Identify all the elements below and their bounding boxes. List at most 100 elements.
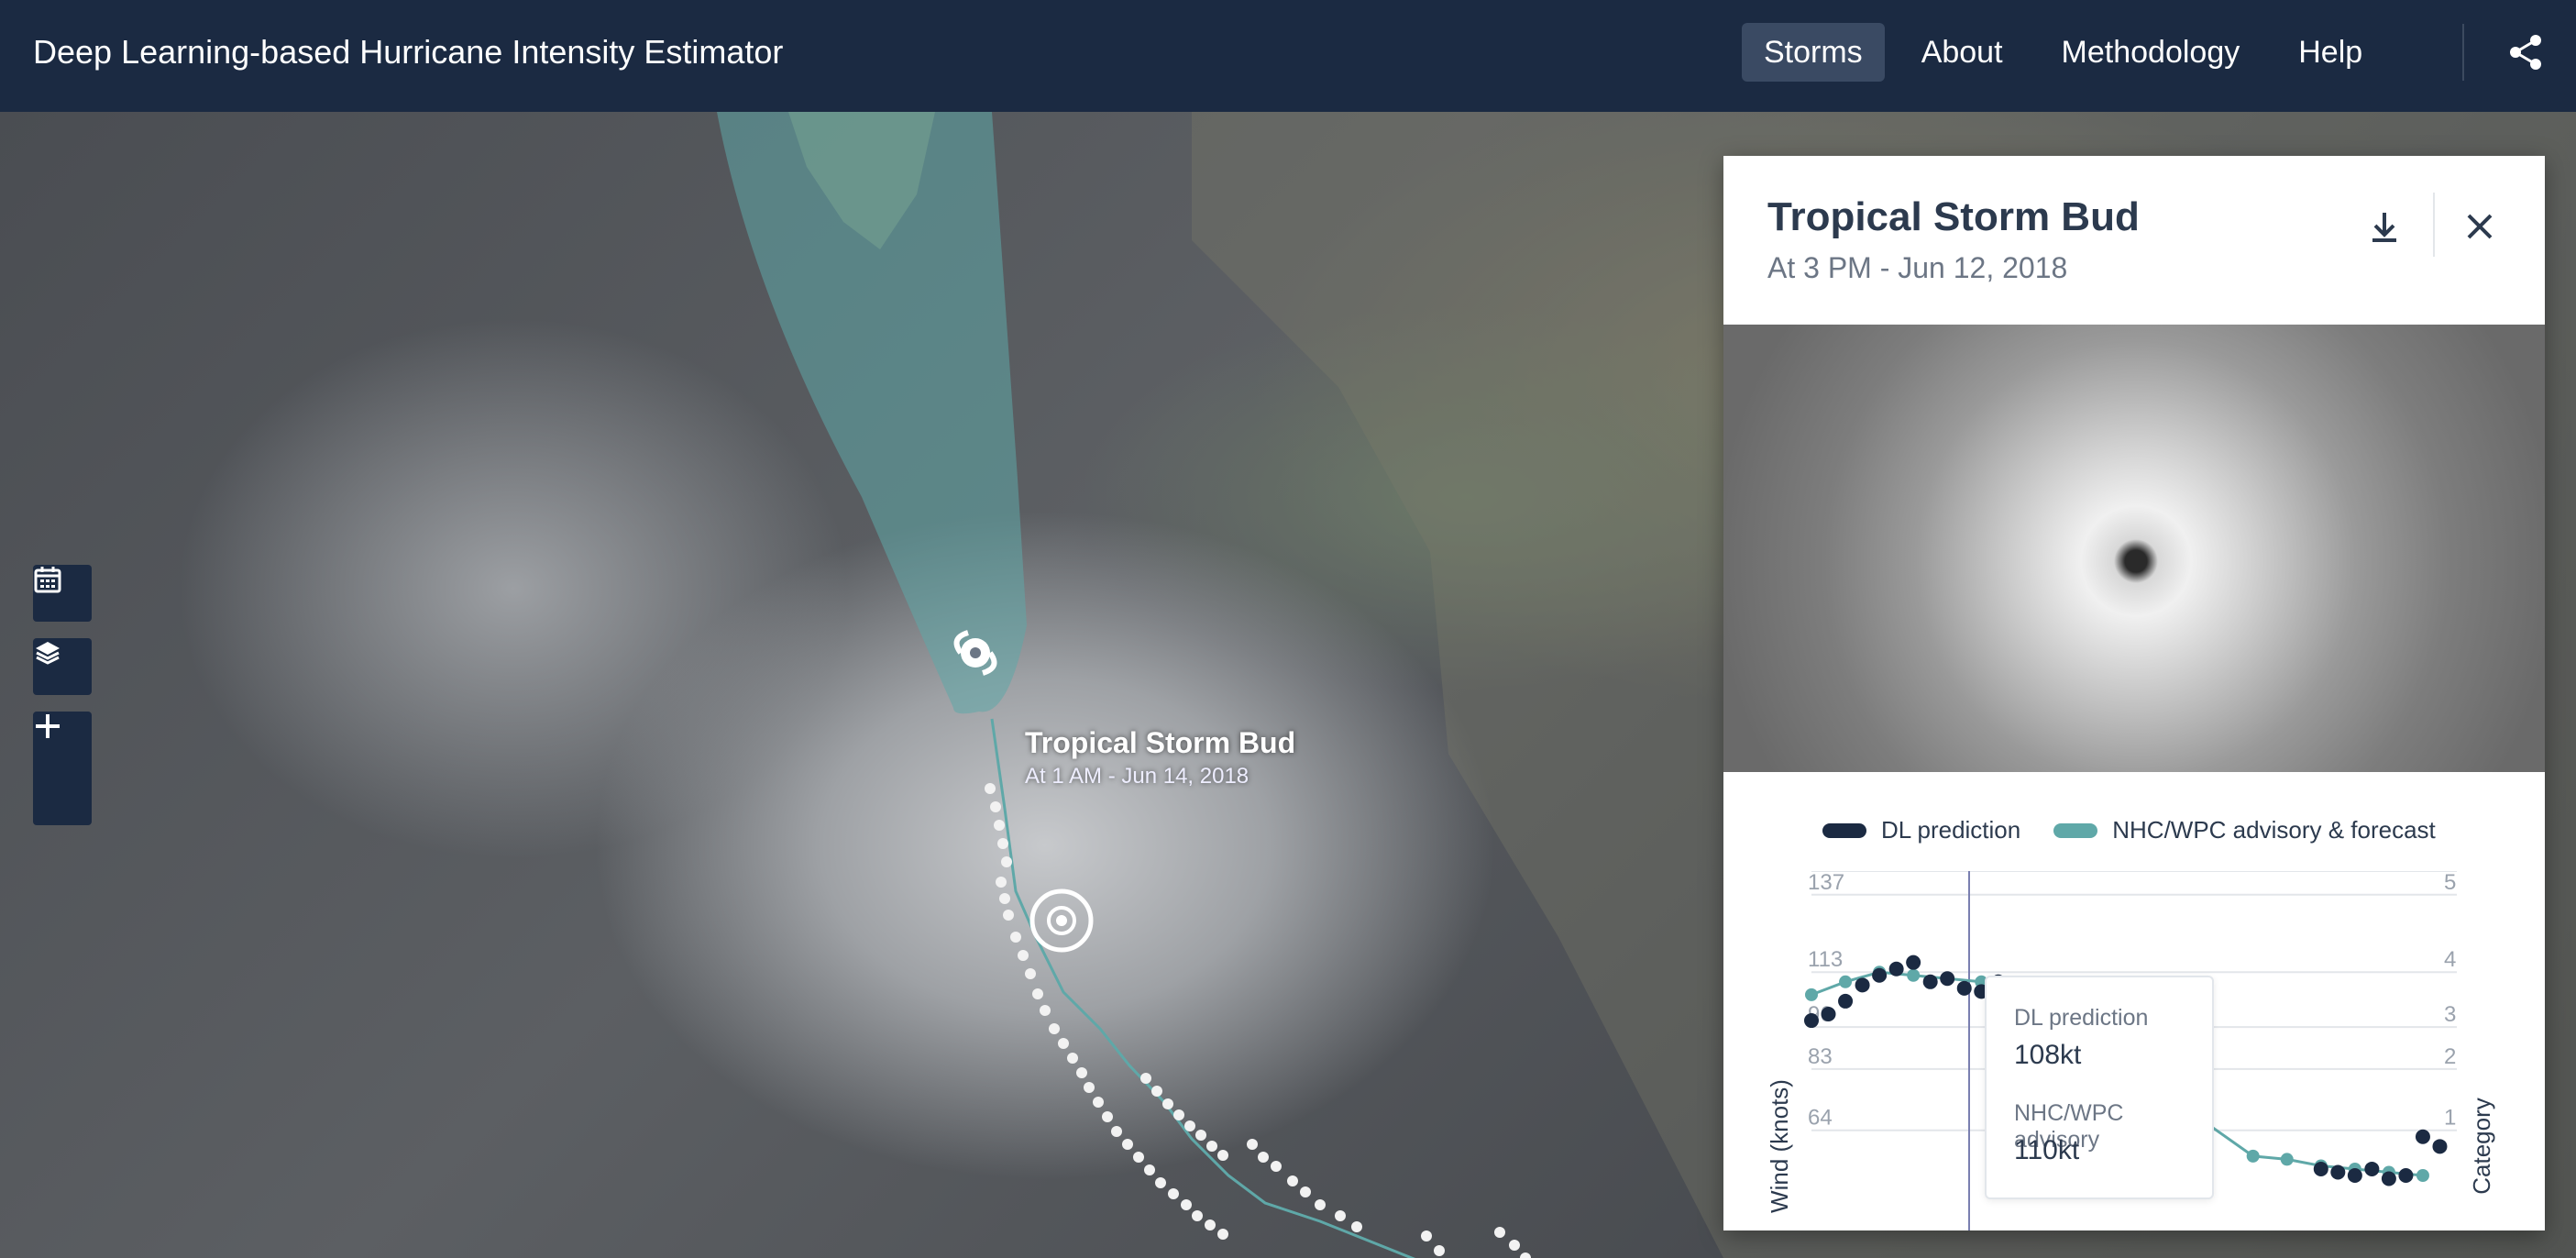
track-point[interactable] (985, 783, 996, 794)
dl-data-point[interactable] (1855, 977, 1870, 993)
track-point[interactable] (999, 893, 1010, 904)
nhc-data-point[interactable] (1907, 968, 1921, 982)
nhc-data-point[interactable] (2416, 1169, 2429, 1182)
track-point[interactable] (1287, 1175, 1298, 1186)
track-point[interactable] (1093, 1097, 1104, 1108)
dl-data-point[interactable] (2330, 1164, 2346, 1180)
track-point[interactable] (1351, 1221, 1362, 1232)
tooltip-dl-label: DL prediction (2014, 1005, 2149, 1031)
dl-data-point[interactable] (1872, 967, 1888, 983)
dl-data-point[interactable] (1922, 974, 1938, 989)
track-point[interactable] (1076, 1067, 1087, 1078)
track-point[interactable] (1084, 1082, 1095, 1093)
nhc-data-point[interactable] (2246, 1149, 2260, 1163)
dl-data-point[interactable] (2415, 1129, 2430, 1144)
y-tick-label: 137 (1808, 871, 1844, 895)
track-point[interactable] (1155, 1177, 1166, 1188)
dl-data-point[interactable] (2398, 1168, 2414, 1183)
track-point[interactable] (1144, 1164, 1155, 1175)
dl-data-point[interactable] (1821, 1007, 1836, 1021)
chart-tooltip: DL prediction 108kt NHC/WPC advisory 110… (1985, 976, 2214, 1199)
track-point[interactable] (1040, 1005, 1051, 1016)
dl-data-point[interactable] (1804, 1013, 1819, 1029)
dl-data-point[interactable] (2381, 1171, 2396, 1186)
storm-detail-panel: Tropical Storm Bud At 3 PM - Jun 12, 201… (1723, 156, 2545, 1230)
nav-help[interactable]: Help (2276, 23, 2384, 82)
track-point[interactable] (1001, 856, 1012, 867)
track-point[interactable] (1018, 950, 1029, 961)
track-point[interactable] (1258, 1152, 1269, 1163)
dl-data-point[interactable] (1906, 955, 1921, 970)
track-point[interactable] (1184, 1120, 1195, 1131)
dl-data-point[interactable] (2432, 1139, 2448, 1154)
track-point[interactable] (1520, 1252, 1531, 1258)
y-tick-label: 83 (1808, 1044, 1833, 1069)
map-storm-label[interactable]: Tropical Storm Bud At 1 AM - Jun 14, 201… (1025, 726, 1295, 789)
nav-methodology[interactable]: Methodology (2040, 23, 2262, 82)
dl-data-point[interactable] (2313, 1161, 2328, 1176)
track-point[interactable] (1140, 1073, 1151, 1084)
y2-tick-label: 4 (2444, 947, 2456, 972)
map-storm-name: Tropical Storm Bud (1025, 726, 1296, 759)
track-point[interactable] (1102, 1111, 1113, 1122)
track-point[interactable] (1192, 1210, 1203, 1221)
chart-legend: DL prediction NHC/WPC advisory & forecas… (1822, 816, 2436, 844)
track-point[interactable] (1133, 1152, 1144, 1163)
track-point[interactable] (997, 838, 1008, 849)
track-point[interactable] (996, 877, 1007, 888)
track-point[interactable] (1335, 1210, 1346, 1221)
track-point[interactable] (1162, 1098, 1173, 1109)
track-point[interactable] (1173, 1109, 1184, 1120)
nhc-data-point[interactable] (1805, 988, 1818, 1001)
track-point[interactable] (1168, 1188, 1179, 1199)
track-point[interactable] (994, 820, 1005, 831)
nhc-data-point[interactable] (2280, 1153, 2294, 1166)
dl-data-point[interactable] (1940, 971, 1955, 987)
track-point[interactable] (1271, 1161, 1282, 1172)
track-point[interactable] (1181, 1199, 1192, 1210)
track-point[interactable] (1010, 932, 1021, 943)
track-point[interactable] (1315, 1199, 1326, 1210)
track-point[interactable] (1151, 1086, 1162, 1097)
track-point[interactable] (1067, 1053, 1078, 1064)
track-point[interactable] (1247, 1139, 1258, 1150)
dl-data-point[interactable] (1838, 993, 1854, 1009)
track-point[interactable] (1111, 1126, 1122, 1137)
track-point[interactable] (1509, 1240, 1520, 1251)
dl-data-point[interactable] (2347, 1168, 2362, 1183)
track-point[interactable] (1217, 1229, 1228, 1240)
dl-legend-label: DL prediction (1881, 816, 2021, 844)
track-point[interactable] (990, 801, 1001, 812)
header-divider (2433, 193, 2435, 257)
track-point[interactable] (1058, 1038, 1069, 1049)
close-icon[interactable] (2457, 204, 2503, 249)
dl-data-point[interactable] (2364, 1161, 2380, 1176)
track-point[interactable] (1494, 1227, 1505, 1238)
track-point[interactable] (1032, 988, 1043, 999)
app-title: Deep Learning-based Hurricane Intensity … (33, 33, 784, 71)
calendar-icon[interactable] (33, 565, 92, 622)
track-point[interactable] (1421, 1230, 1432, 1241)
nav-divider (2462, 24, 2464, 81)
minus-icon[interactable] (33, 724, 92, 825)
track-point[interactable] (1206, 1141, 1217, 1152)
download-icon[interactable] (2361, 204, 2407, 249)
track-point[interactable] (1025, 968, 1036, 979)
track-point[interactable] (1195, 1130, 1206, 1141)
track-point[interactable] (1205, 1219, 1216, 1230)
track-point[interactable] (1434, 1245, 1445, 1256)
dl-data-point[interactable] (1956, 980, 1972, 996)
track-point[interactable] (1300, 1186, 1311, 1197)
share-icon[interactable] (2504, 31, 2547, 73)
nhc-data-point[interactable] (1839, 975, 1853, 988)
storm-track-points (985, 783, 1531, 1258)
track-point[interactable] (1217, 1150, 1228, 1161)
track-point[interactable] (1049, 1023, 1060, 1034)
dl-data-point[interactable] (1888, 961, 1904, 977)
track-point[interactable] (1122, 1139, 1133, 1150)
dl-legend-swatch (1822, 822, 1866, 838)
track-point[interactable] (1003, 910, 1014, 921)
layers-icon[interactable] (33, 638, 92, 695)
nav-storms[interactable]: Storms (1742, 23, 1885, 82)
nav-about[interactable]: About (1899, 23, 2025, 82)
